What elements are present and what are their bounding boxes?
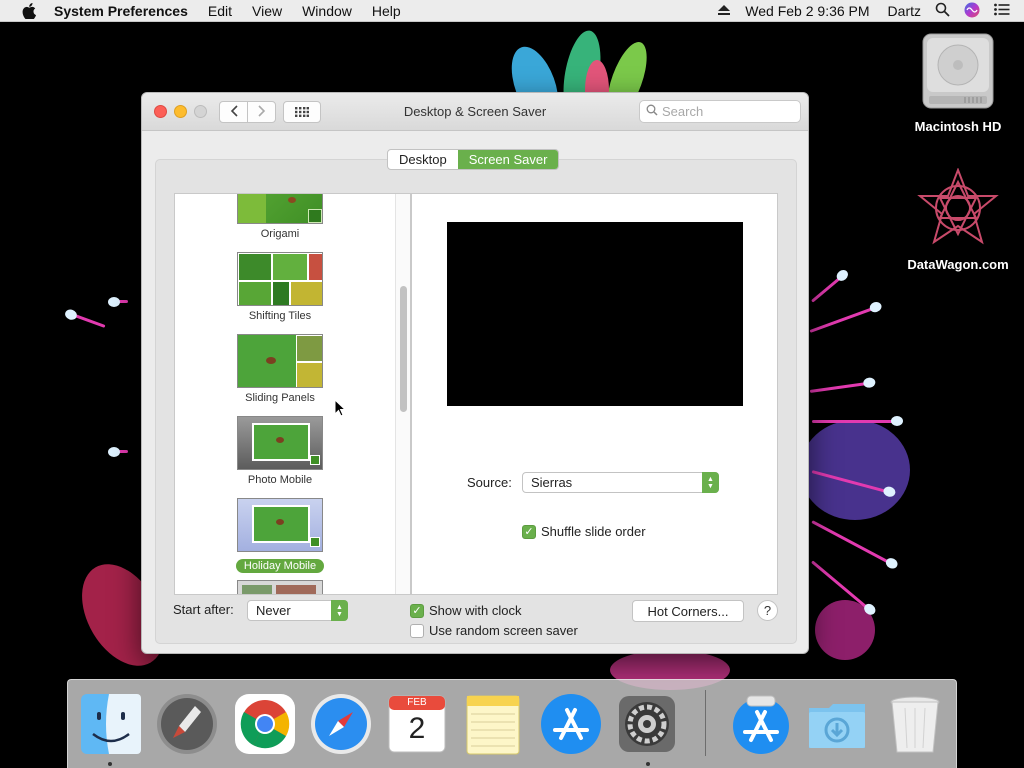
list-item-sliding-panels[interactable]: Sliding Panels — [175, 334, 385, 404]
holiday-mobile-thumbnail — [237, 498, 323, 552]
help-button[interactable]: ? — [757, 600, 778, 621]
screensaver-label: Origami — [260, 228, 300, 240]
preview-pane: Source: Sierras ▲ ▼ ✓ Shuffle slide order — [411, 193, 778, 595]
menu-user[interactable]: Dartz — [888, 3, 921, 19]
hard-drive-icon — [921, 33, 995, 113]
menu-clock[interactable]: Wed Feb 2 9:36 PM — [745, 3, 869, 19]
popup-arrows-icon: ▲ ▼ — [702, 472, 719, 493]
dock: FEB 2 — [67, 679, 957, 768]
finder-icon — [79, 694, 143, 759]
running-indicator — [108, 762, 112, 766]
shuffle-row[interactable]: ✓ Shuffle slide order — [522, 524, 646, 539]
photo-mobile-thumbnail — [237, 416, 323, 470]
start-after-value: Never — [256, 603, 291, 618]
list-item-origami[interactable]: Origami — [175, 194, 385, 240]
show-clock-checkbox[interactable]: ✓ — [410, 603, 424, 618]
random-row[interactable]: Use random screen saver — [410, 623, 578, 638]
source-label: Source: — [467, 475, 512, 490]
list-item-partial[interactable] — [175, 580, 385, 594]
sliding-panels-thumbnail — [237, 334, 323, 388]
calendar-month: FEB — [407, 697, 427, 708]
dock-item-calendar[interactable]: FEB 2 — [385, 692, 449, 756]
hot-corners-button[interactable]: Hot Corners... — [632, 600, 744, 622]
chrome-icon — [233, 694, 297, 759]
calendar-icon — [385, 695, 449, 759]
show-clock-row[interactable]: ✓ Show with clock — [410, 603, 521, 618]
dock-item-downloads[interactable] — [805, 692, 869, 756]
running-indicator — [646, 762, 650, 766]
desktop-icon-datawagon[interactable]: DataWagon.com — [898, 167, 1018, 272]
launchpad-icon — [155, 694, 219, 759]
dock-item-notes[interactable] — [461, 692, 525, 756]
partial-thumbnail — [237, 580, 323, 594]
dock-item-trash[interactable] — [883, 692, 947, 756]
datawagon-logo-icon — [916, 167, 1000, 251]
screensaver-list[interactable]: Origami Shifting Tiles Sliding Panels Ph… — [174, 193, 411, 595]
screensaver-label: Photo Mobile — [247, 474, 313, 486]
calendar-day: 2 — [408, 712, 426, 745]
list-item-shifting-tiles[interactable]: Shifting Tiles — [175, 252, 385, 322]
start-after-popup[interactable]: Never ▲ ▼ — [247, 600, 348, 621]
dock-item-finder[interactable] — [79, 692, 143, 756]
menu-bar: System Preferences Edit View Window Help… — [0, 0, 1024, 22]
show-clock-label: Show with clock — [429, 603, 522, 618]
list-scrollbar[interactable] — [395, 194, 410, 594]
popup-arrows-icon: ▲ ▼ — [331, 600, 348, 621]
shifting-tiles-thumbnail — [237, 252, 323, 306]
dock-item-app-store-installer[interactable] — [729, 692, 793, 756]
origami-thumbnail — [237, 194, 323, 224]
search-input[interactable] — [662, 104, 782, 119]
menu-help[interactable]: Help — [372, 3, 401, 19]
desktop-icon-label: Macintosh HD — [914, 119, 1002, 134]
dock-item-app-store[interactable] — [539, 692, 603, 756]
apple-icon[interactable] — [18, 0, 40, 22]
safari-icon — [309, 694, 373, 759]
dock-separator — [705, 690, 706, 756]
screensaver-label: Sliding Panels — [245, 392, 315, 404]
mouse-cursor-icon — [334, 398, 347, 420]
tab-screen-saver[interactable]: Screen Saver — [457, 150, 559, 169]
search-icon — [646, 104, 658, 119]
eject-icon[interactable] — [717, 3, 731, 19]
screensaver-label-selected: Holiday Mobile — [235, 559, 325, 573]
dock-item-safari[interactable] — [309, 692, 373, 756]
title-bar[interactable]: Desktop & Screen Saver — [142, 93, 808, 131]
downloads-folder-icon — [805, 704, 869, 759]
random-checkbox[interactable] — [410, 623, 424, 638]
notification-center-icon[interactable] — [994, 3, 1010, 19]
list-item-photo-mobile[interactable]: Photo Mobile — [175, 416, 385, 486]
menu-app-name[interactable]: System Preferences — [54, 3, 188, 19]
app-store-installer-icon — [729, 695, 793, 759]
system-preferences-icon — [615, 696, 679, 759]
dock-item-chrome[interactable] — [233, 692, 297, 756]
system-preferences-window: Desktop & Screen Saver Desktop Screen Sa… — [141, 92, 809, 654]
menu-edit[interactable]: Edit — [208, 3, 232, 19]
search-field[interactable] — [639, 100, 801, 123]
spotlight-icon[interactable] — [935, 2, 950, 20]
menu-view[interactable]: View — [252, 3, 282, 19]
desktop-icon-macintosh-hd[interactable]: Macintosh HD — [898, 32, 1018, 134]
notes-icon — [461, 695, 525, 759]
random-label: Use random screen saver — [429, 623, 578, 638]
screensaver-list-content: Origami Shifting Tiles Sliding Panels Ph… — [175, 194, 397, 594]
source-popup[interactable]: Sierras ▲ ▼ — [522, 472, 719, 493]
screensaver-preview[interactable] — [447, 222, 743, 406]
trash-icon — [883, 696, 947, 759]
shuffle-checkbox[interactable]: ✓ — [522, 524, 536, 539]
list-scroll-thumb[interactable] — [400, 286, 407, 412]
tab-desktop[interactable]: Desktop — [388, 150, 458, 169]
list-item-holiday-mobile[interactable]: Holiday Mobile — [175, 498, 385, 573]
dock-item-launchpad[interactable] — [155, 692, 219, 756]
dock-item-system-preferences[interactable] — [615, 692, 679, 756]
screensaver-label: Shifting Tiles — [248, 310, 312, 322]
app-store-icon — [539, 694, 603, 759]
desktop-icon-label: DataWagon.com — [907, 257, 1009, 272]
siri-icon[interactable] — [964, 2, 980, 21]
start-after-label: Start after: — [173, 602, 234, 617]
tab-control: Desktop Screen Saver — [387, 149, 560, 170]
menu-window[interactable]: Window — [302, 3, 352, 19]
shuffle-label: Shuffle slide order — [541, 524, 646, 539]
source-value: Sierras — [531, 475, 573, 490]
